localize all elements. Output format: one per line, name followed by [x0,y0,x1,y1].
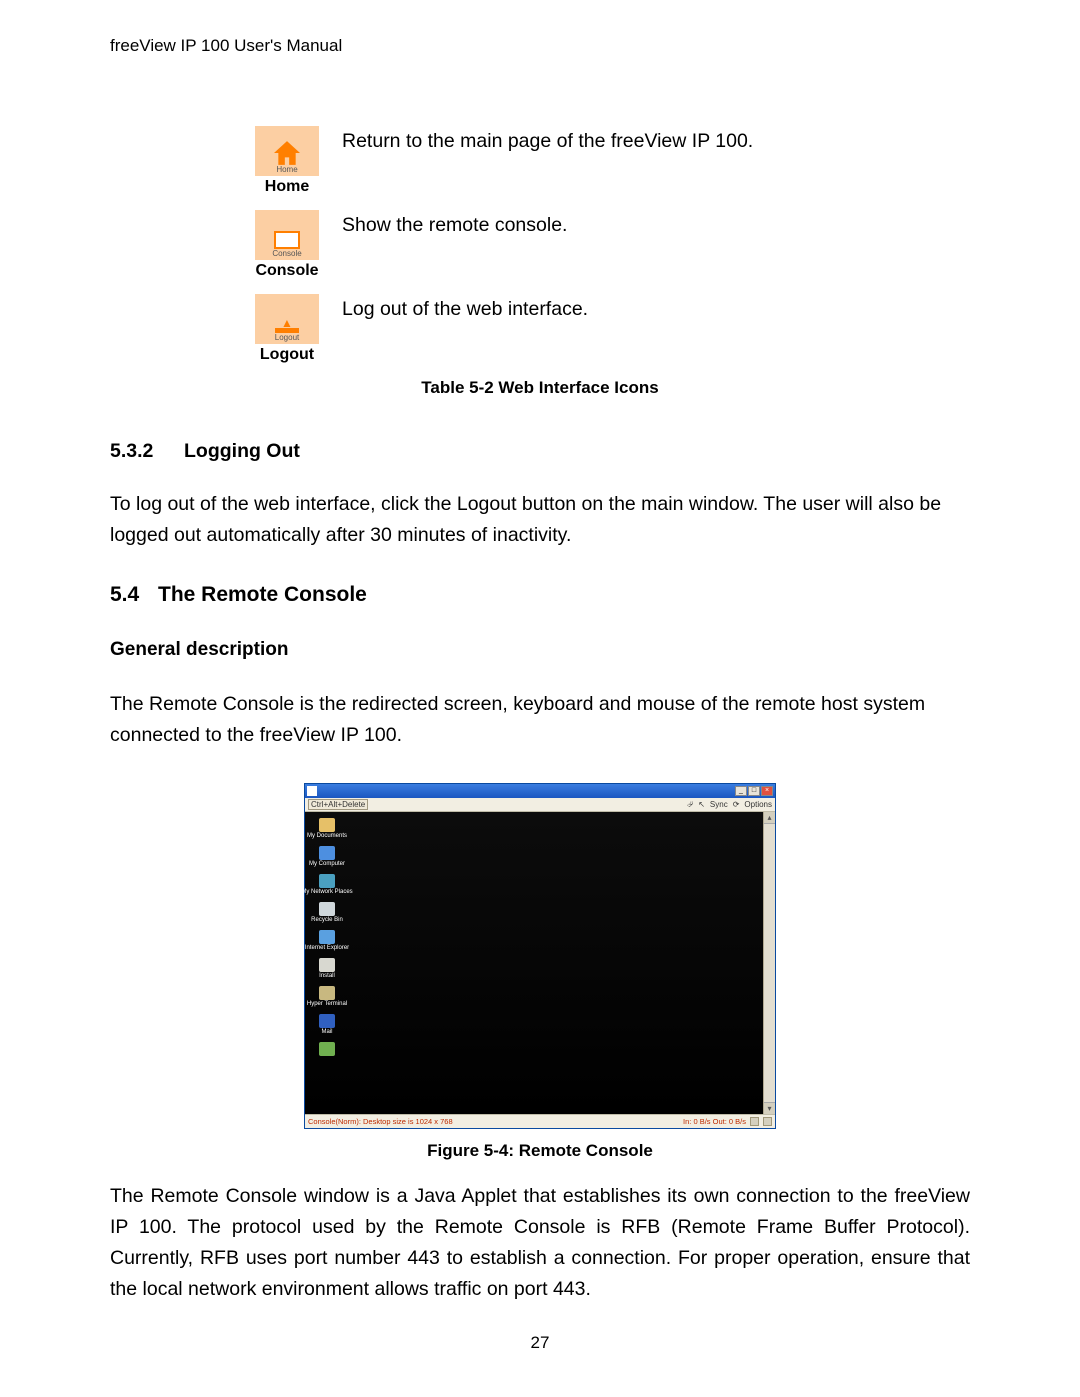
icon-tiny-label: Console [272,249,301,259]
icon-row-logout: ▲ Logout Logout Log out of the web inter… [244,294,970,364]
desktop-icon[interactable]: Recycle Bin [309,902,345,924]
desktop-icon[interactable]: Mail [309,1014,345,1036]
window-close-button[interactable]: × [761,786,773,796]
icon-cell: Home Home [244,126,330,196]
desktop-icon[interactable] [309,1042,345,1057]
toolbar-cursor-icon[interactable]: ⮰ [687,800,693,810]
icon-bold-label: Home [265,178,309,196]
page-number: 27 [0,1333,1080,1353]
icon-description: Return to the main page of the freeView … [330,126,753,156]
icon-row-home: Home Home Return to the main page of the… [244,126,970,196]
scroll-down-button[interactable]: ▾ [764,1102,775,1114]
icon-tiny-label: Home [276,165,297,175]
section-body: The Remote Console window is a Java Appl… [110,1181,970,1305]
status-left: Console(Norm): Desktop size is 1024 x 76… [308,1117,453,1126]
desktop-icon[interactable]: My Network Places [309,874,345,896]
section-heading-5-3-2: 5.3.2Logging Out [110,440,970,463]
window-titlebar: _ □ × [305,784,775,798]
window-maximize-button[interactable]: □ [748,786,760,796]
section-number: 5.4 [110,583,158,607]
subsection-heading: General description [110,639,970,661]
toolbar-sync-button[interactable]: Sync [710,800,728,810]
section-body: To log out of the web interface, click t… [110,489,970,551]
icon-cell: ▲ Logout Logout [244,294,330,364]
web-interface-icons-table: Home Home Return to the main page of the… [244,126,970,364]
window-app-icon [307,786,317,796]
icon-row-console: Console Console Show the remote console. [244,210,970,280]
icon-bold-label: Console [255,262,318,280]
status-chip-icon [750,1117,759,1126]
vertical-scrollbar[interactable]: ▴ ▾ [763,812,775,1114]
toolbar-refresh-icon[interactable]: ⟳ [733,800,740,810]
status-right: In: 0 B/s Out: 0 B/s [683,1117,746,1126]
remote-desktop-area[interactable]: My Documents My Computer My Network Places… [305,812,763,1114]
table-caption: Table 5-2 Web Interface Icons [110,378,970,398]
remote-console-statusbar: Console(Norm): Desktop size is 1024 x 76… [305,1114,775,1128]
toolbar-options-button[interactable]: Options [744,800,772,810]
remote-console-window: _ □ × Ctrl+Alt+Delete ⮰ ↖ Sync ⟳ Options… [304,783,776,1129]
toolbar-pointer-icon[interactable]: ↖ [698,800,705,810]
section-title: Logging Out [184,440,300,462]
scroll-up-button[interactable]: ▴ [764,812,775,824]
section-number: 5.3.2 [110,440,184,463]
home-icon: Home [255,126,319,176]
window-minimize-button[interactable]: _ [735,786,747,796]
icon-bold-label: Logout [260,346,314,364]
icon-cell: Console Console [244,210,330,280]
desktop-icon[interactable]: Hyper Terminal [309,986,345,1008]
section-heading-5-4: 5.4The Remote Console [110,583,970,607]
icon-description: Show the remote console. [330,210,567,240]
console-icon: Console [255,210,319,260]
desktop-icon[interactable]: My Computer [309,846,345,868]
desktop-icon[interactable]: Internet Explorer [309,930,345,952]
desktop-icon[interactable]: Install [309,958,345,980]
status-chip-icon [763,1117,772,1126]
figure-5-4: _ □ × Ctrl+Alt+Delete ⮰ ↖ Sync ⟳ Options… [110,783,970,1161]
remote-console-toolbar: Ctrl+Alt+Delete ⮰ ↖ Sync ⟳ Options [305,798,775,812]
icon-description: Log out of the web interface. [330,294,588,324]
desktop-icon[interactable]: My Documents [309,818,345,840]
figure-caption: Figure 5-4: Remote Console [427,1141,653,1161]
section-body: The Remote Console is the redirected scr… [110,689,970,751]
section-title: The Remote Console [158,583,367,606]
page-header: freeView IP 100 User's Manual [110,36,970,56]
ctrl-alt-delete-button[interactable]: Ctrl+Alt+Delete [308,799,368,810]
logout-icon: ▲ Logout [255,294,319,344]
icon-tiny-label: Logout [275,333,299,343]
